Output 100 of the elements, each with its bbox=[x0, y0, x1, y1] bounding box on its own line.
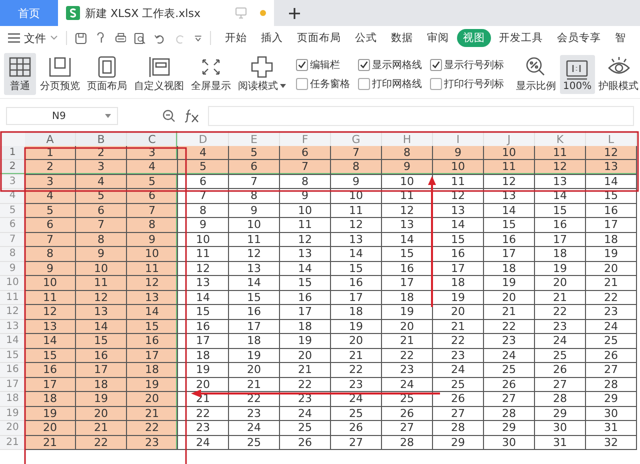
row-header[interactable]: 13 bbox=[0, 320, 25, 334]
function-icon[interactable] bbox=[184, 109, 200, 123]
table-cell: 25 bbox=[535, 348, 586, 363]
ribbon-tab[interactable]: 开发工具 bbox=[492, 29, 549, 47]
table-cell: 16 bbox=[586, 204, 637, 218]
table-cell: 12 bbox=[331, 218, 382, 232]
table-cell: 18 bbox=[535, 247, 586, 262]
row-header[interactable]: 21 bbox=[0, 436, 25, 450]
table-cell: 21 bbox=[25, 436, 76, 450]
view-button[interactable]: 自定义视图 bbox=[131, 53, 187, 95]
checkbox[interactable] bbox=[296, 78, 308, 90]
file-menu[interactable]: 文件 bbox=[8, 30, 58, 46]
row-header[interactable]: 17 bbox=[0, 378, 25, 392]
checkmark-icon bbox=[432, 60, 440, 68]
zoom-icon[interactable] bbox=[162, 109, 176, 123]
table-cell: 14 bbox=[25, 334, 76, 348]
view-button[interactable]: 页面布局 bbox=[84, 53, 130, 95]
row-header[interactable]: 16 bbox=[0, 363, 25, 378]
table-cell: 23 bbox=[433, 348, 484, 363]
more-icon[interactable] bbox=[194, 34, 202, 42]
table-cell: 14 bbox=[178, 290, 229, 305]
row-header[interactable]: 10 bbox=[0, 276, 25, 290]
row-header[interactable]: 18 bbox=[0, 392, 25, 406]
ribbon-tab[interactable]: 开始 bbox=[218, 29, 253, 47]
table-cell: 11 bbox=[484, 160, 535, 174]
table-cell: 19 bbox=[280, 334, 331, 348]
table-cell: 15 bbox=[382, 247, 433, 262]
table-cell: 22 bbox=[76, 436, 127, 450]
table-cell: 13 bbox=[25, 320, 76, 334]
home-tab[interactable]: 首页 bbox=[0, 0, 58, 26]
table-cell: 20 bbox=[127, 392, 178, 406]
table-cell: 15 bbox=[127, 320, 178, 334]
row-header[interactable]: 11 bbox=[0, 290, 25, 305]
table-cell: 21 bbox=[229, 378, 280, 392]
table-cell: 16 bbox=[484, 232, 535, 247]
view-button[interactable]: 普通 bbox=[4, 53, 36, 95]
view-button[interactable]: 全屏显示 bbox=[188, 53, 234, 95]
table-cell: 13 bbox=[586, 160, 637, 174]
formula-input[interactable] bbox=[208, 106, 634, 126]
dropdown-icon bbox=[105, 114, 111, 118]
ribbon-tab[interactable]: 公式 bbox=[348, 29, 383, 47]
table-cell: 9 bbox=[127, 232, 178, 247]
checkbox[interactable] bbox=[296, 58, 308, 70]
row-header[interactable]: 14 bbox=[0, 334, 25, 348]
view-button[interactable]: 阅读模式 bbox=[235, 53, 289, 95]
table-cell: 24 bbox=[484, 348, 535, 363]
row-header[interactable]: 19 bbox=[0, 406, 25, 421]
tool-button[interactable]: 显示比例 bbox=[513, 53, 559, 95]
table-cell: 13 bbox=[433, 204, 484, 218]
row-header[interactable]: 9 bbox=[0, 262, 25, 276]
new-tab-icon[interactable] bbox=[288, 6, 301, 20]
table-cell: 10 bbox=[229, 218, 280, 232]
row-header[interactable]: 7 bbox=[0, 232, 25, 247]
table-cell: 24 bbox=[229, 421, 280, 436]
ribbon-tab[interactable]: 会员专享 bbox=[550, 29, 607, 47]
menu-icon bbox=[8, 33, 20, 43]
table-cell: 12 bbox=[535, 160, 586, 174]
ribbon-tab[interactable]: 审阅 bbox=[420, 29, 455, 47]
table-cell: 27 bbox=[331, 436, 382, 450]
tool-button[interactable]: 100% bbox=[560, 54, 595, 94]
row-header[interactable]: 5 bbox=[0, 204, 25, 218]
table-cell: 23 bbox=[484, 334, 535, 348]
ribbon-tab[interactable]: 视图 bbox=[456, 29, 491, 47]
row-header[interactable]: 8 bbox=[0, 247, 25, 262]
save-icon[interactable] bbox=[74, 32, 87, 44]
print-icon[interactable] bbox=[114, 32, 126, 44]
table-cell: 14 bbox=[586, 174, 637, 189]
row-header[interactable]: 15 bbox=[0, 348, 25, 363]
checkbox[interactable] bbox=[430, 58, 442, 70]
checkbox[interactable] bbox=[358, 58, 370, 70]
table-cell: 16 bbox=[382, 262, 433, 276]
table-cell: 20 bbox=[229, 363, 280, 378]
checkbox[interactable] bbox=[358, 78, 370, 90]
table-cell: 5 bbox=[229, 146, 280, 160]
table-cell: 18 bbox=[586, 232, 637, 247]
ribbon-tab[interactable]: 页面布局 bbox=[290, 29, 347, 47]
ribbon-tab[interactable]: 插入 bbox=[254, 29, 289, 47]
name-box[interactable]: N9 bbox=[6, 107, 118, 125]
view-button[interactable]: 分页预览 bbox=[37, 53, 83, 95]
table-cell: 24 bbox=[586, 320, 637, 334]
table-cell: 19 bbox=[586, 247, 637, 262]
table-cell: 11 bbox=[127, 262, 178, 276]
row-header[interactable]: 6 bbox=[0, 218, 25, 232]
table-cell: 7 bbox=[280, 160, 331, 174]
row-header[interactable]: 12 bbox=[0, 305, 25, 320]
table-cell: 11 bbox=[280, 218, 331, 232]
table-cell: 25 bbox=[586, 334, 637, 348]
checkbox[interactable] bbox=[430, 78, 442, 90]
row-header[interactable]: 2 bbox=[0, 160, 25, 174]
tool-button[interactable]: 护眼模式 bbox=[596, 53, 640, 95]
ribbon-tab[interactable]: 数据 bbox=[384, 29, 419, 47]
row-header[interactable]: 20 bbox=[0, 421, 25, 436]
ribbon-tab[interactable]: 智 bbox=[608, 29, 632, 47]
table-cell: 3 bbox=[76, 160, 127, 174]
print-preview-icon[interactable] bbox=[134, 32, 146, 44]
table-cell: 25 bbox=[433, 378, 484, 392]
table-cell: 19 bbox=[229, 348, 280, 363]
document-tab[interactable]: 新建 XLSX 工作表.xlsx bbox=[58, 0, 274, 26]
table-cell: 18 bbox=[229, 334, 280, 348]
checkbox-label: 打印行号列标 bbox=[444, 78, 504, 90]
